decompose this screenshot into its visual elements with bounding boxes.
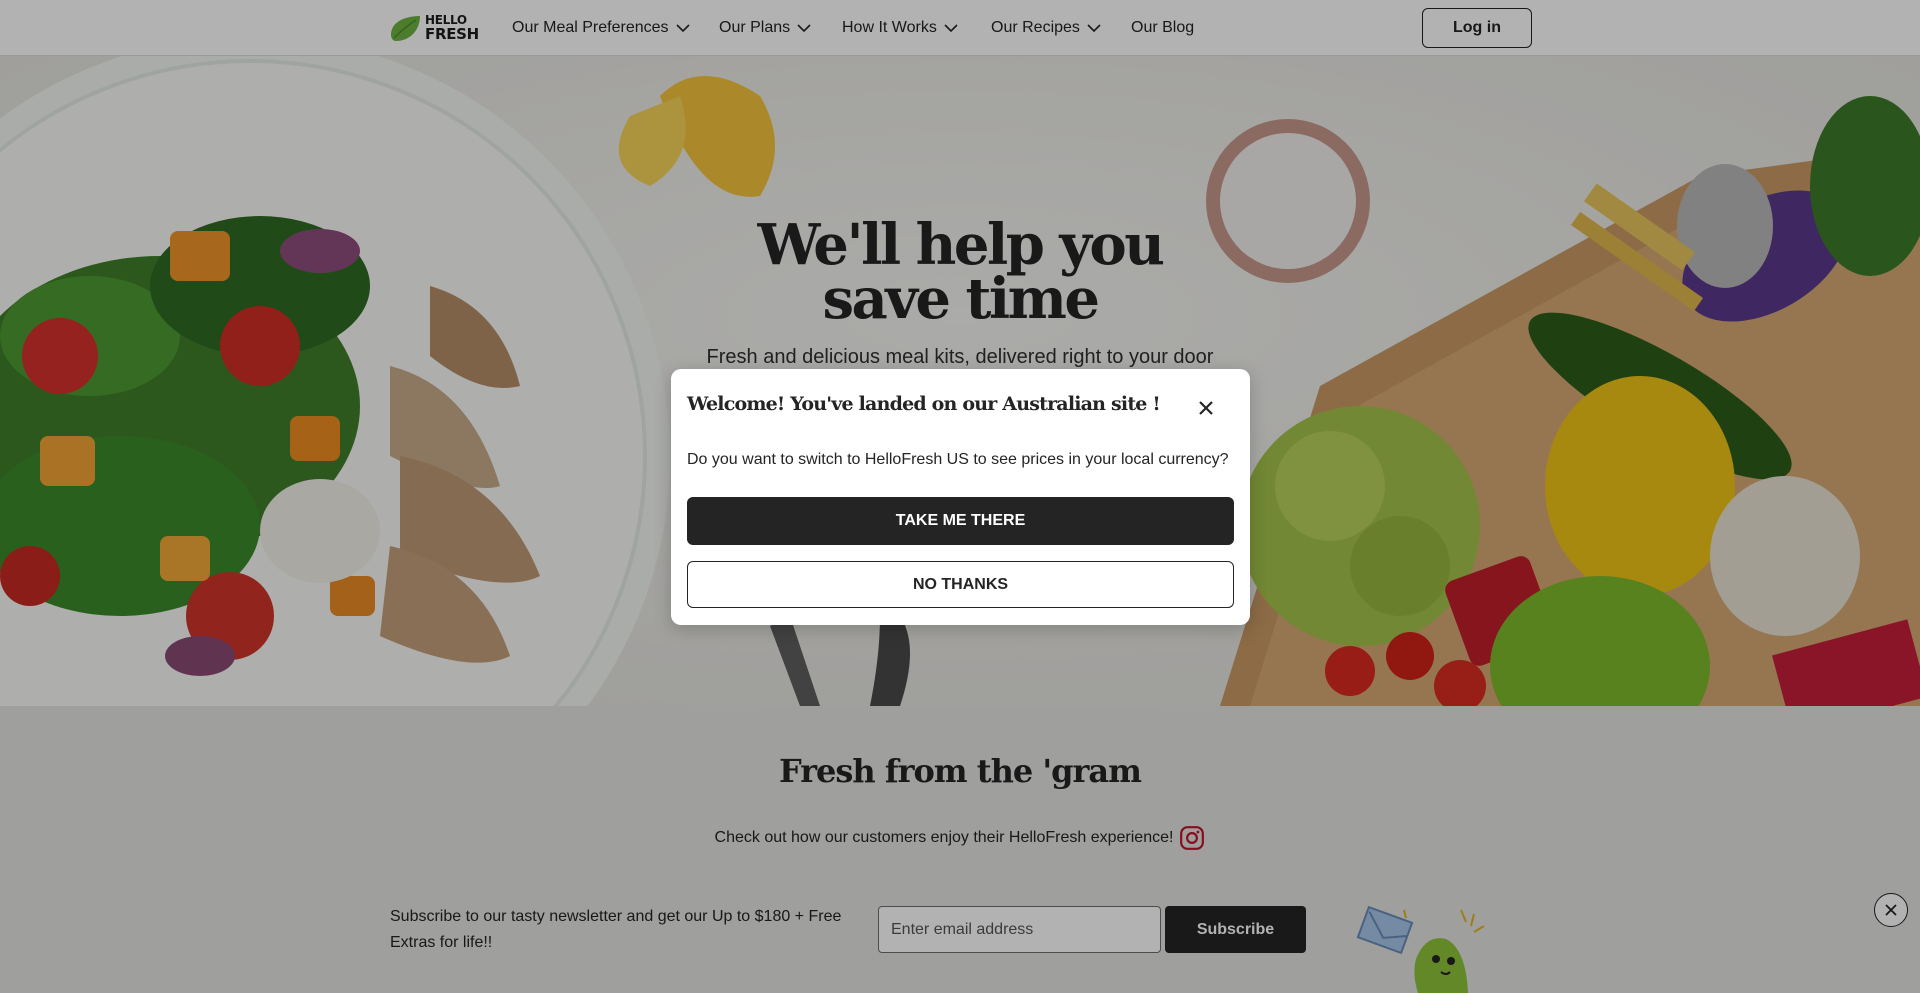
take-me-there-button[interactable]: TAKE ME THERE: [687, 497, 1234, 545]
modal-close-button[interactable]: [1191, 393, 1221, 423]
close-icon: [1199, 401, 1213, 415]
no-thanks-button[interactable]: NO THANKS: [687, 561, 1234, 608]
modal-title: Welcome! You've landed on our Australian…: [687, 393, 1161, 415]
region-switch-modal: Welcome! You've landed on our Australian…: [671, 369, 1250, 625]
modal-text: Do you want to switch to HelloFresh US t…: [687, 451, 1229, 468]
